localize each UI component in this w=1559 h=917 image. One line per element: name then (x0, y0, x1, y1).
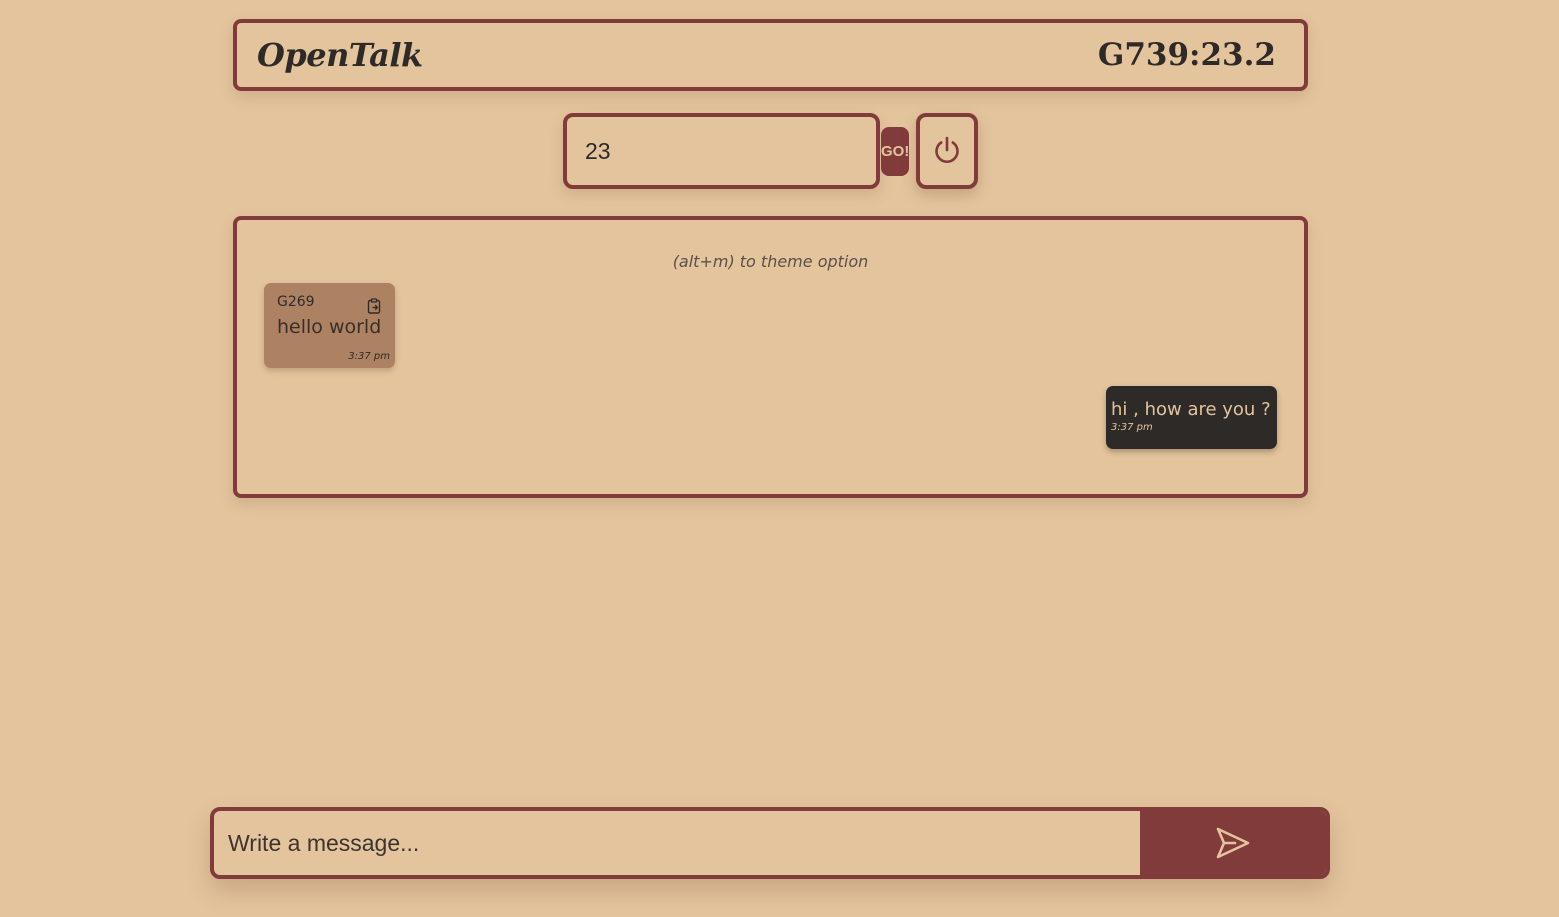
message-time: 3:37 pm (1111, 422, 1153, 433)
app-title: OpenTalk (257, 36, 423, 74)
clipboard-copy-icon[interactable] (367, 298, 381, 314)
message-input[interactable] (214, 811, 1140, 875)
app-header: OpenTalk G739:23.2 (233, 19, 1308, 91)
send-button[interactable] (1140, 811, 1326, 875)
room-input[interactable] (585, 131, 881, 171)
user-room-id: G739:23.2 (1097, 37, 1276, 73)
go-button[interactable]: GO! (881, 126, 910, 176)
room-join-box: GO! (563, 113, 910, 189)
message-text: hello world (277, 316, 382, 338)
theme-hint: (alt+m) to theme option (672, 252, 869, 271)
message-time: 3:37 pm (348, 351, 390, 362)
chat-window[interactable]: (alt+m) to theme option G269 hello world… (233, 216, 1308, 498)
power-button[interactable] (916, 113, 978, 189)
send-icon (1216, 827, 1250, 859)
message-composer (210, 807, 1330, 879)
outgoing-message: hi , how are you ? 3:37 pm (1106, 386, 1277, 449)
incoming-message: G269 hello world 3:37 pm (264, 283, 395, 368)
power-icon (935, 136, 959, 164)
message-text: hi , how are you ? (1111, 399, 1271, 420)
